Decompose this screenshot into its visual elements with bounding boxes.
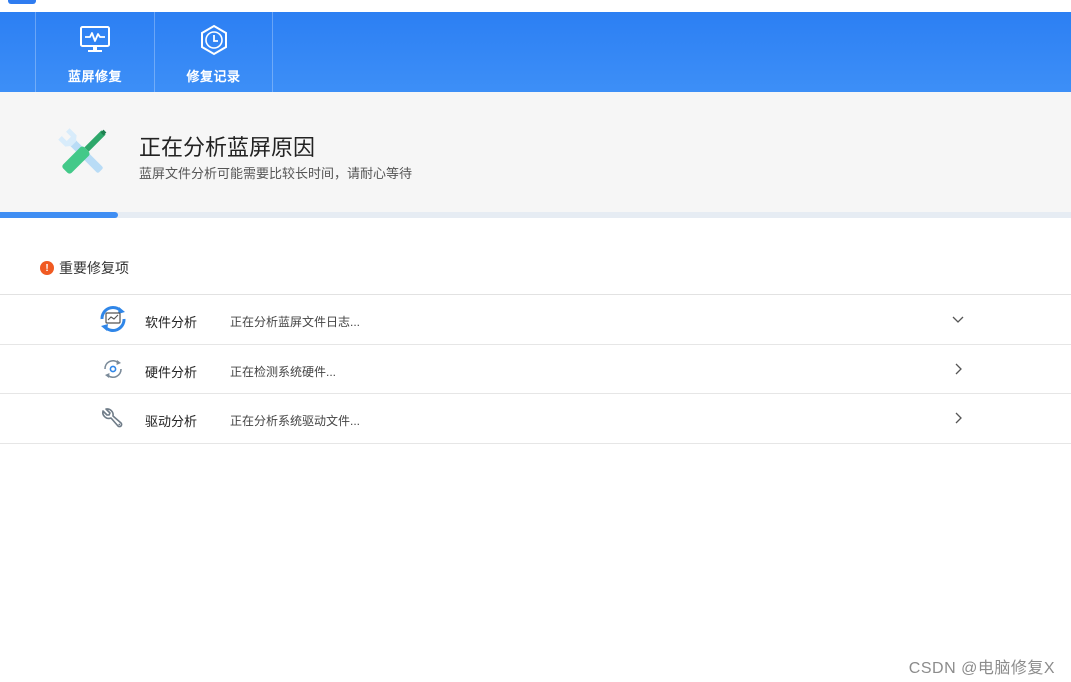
list-item-software[interactable]: 软件分析 正在分析蓝屏文件日志... xyxy=(0,295,1071,345)
chevron-right-icon[interactable] xyxy=(950,410,966,426)
analysis-progress-bar xyxy=(0,212,1071,218)
repair-history-label: 修复记录 xyxy=(186,69,241,84)
status-title: 正在分析蓝屏原因 xyxy=(139,135,316,160)
bluescreen-repair-label: 蓝屏修复 xyxy=(67,69,122,84)
repair-items-list: 软件分析 正在分析蓝屏文件日志... 硬件分析 正在检测系统硬件... 驱动分析… xyxy=(0,294,1071,444)
chevron-down-icon[interactable] xyxy=(950,311,966,327)
monitor-pulse-icon xyxy=(79,24,111,56)
app-logo xyxy=(8,0,36,4)
list-item-hardware[interactable]: 硬件分析 正在检测系统硬件... xyxy=(0,345,1071,394)
software-analysis-status: 正在分析蓝屏文件日志... xyxy=(230,315,361,329)
list-item-driver[interactable]: 驱动分析 正在分析系统驱动文件... xyxy=(0,394,1071,444)
chevron-right-icon[interactable] xyxy=(950,361,966,377)
main-toolbar: 蓝屏修复 修复记录 xyxy=(0,12,1071,92)
warning-icon: ! xyxy=(40,261,54,275)
analysis-progress-fill xyxy=(0,212,118,218)
wrench-icon xyxy=(97,402,129,434)
analysis-status-panel: 正在分析蓝屏原因 蓝屏文件分析可能需要比较长时间，请耐心等待 xyxy=(0,92,1071,212)
section-title: 重要修复项 xyxy=(59,260,129,276)
driver-analysis-name: 驱动分析 xyxy=(145,414,198,429)
tools-repair-icon xyxy=(50,122,116,184)
status-subtitle: 蓝屏文件分析可能需要比较长时间，请耐心等待 xyxy=(139,166,413,181)
repair-history-button[interactable]: 修复记录 xyxy=(154,12,273,92)
hardware-cycle-icon xyxy=(97,353,129,385)
window-top-strip xyxy=(0,0,1071,12)
hardware-analysis-status: 正在检测系统硬件... xyxy=(230,364,337,379)
bluescreen-repair-button[interactable]: 蓝屏修复 xyxy=(35,12,154,92)
important-repair-header: ! 重要修复项 xyxy=(40,258,129,278)
software-analysis-name: 软件分析 xyxy=(145,315,198,330)
hardware-analysis-name: 硬件分析 xyxy=(145,364,198,380)
watermark-text: CSDN @电脑修复X xyxy=(908,660,1055,677)
clock-shield-icon xyxy=(198,24,230,56)
driver-analysis-status: 正在分析系统驱动文件... xyxy=(230,414,361,428)
software-refresh-icon xyxy=(97,303,129,335)
